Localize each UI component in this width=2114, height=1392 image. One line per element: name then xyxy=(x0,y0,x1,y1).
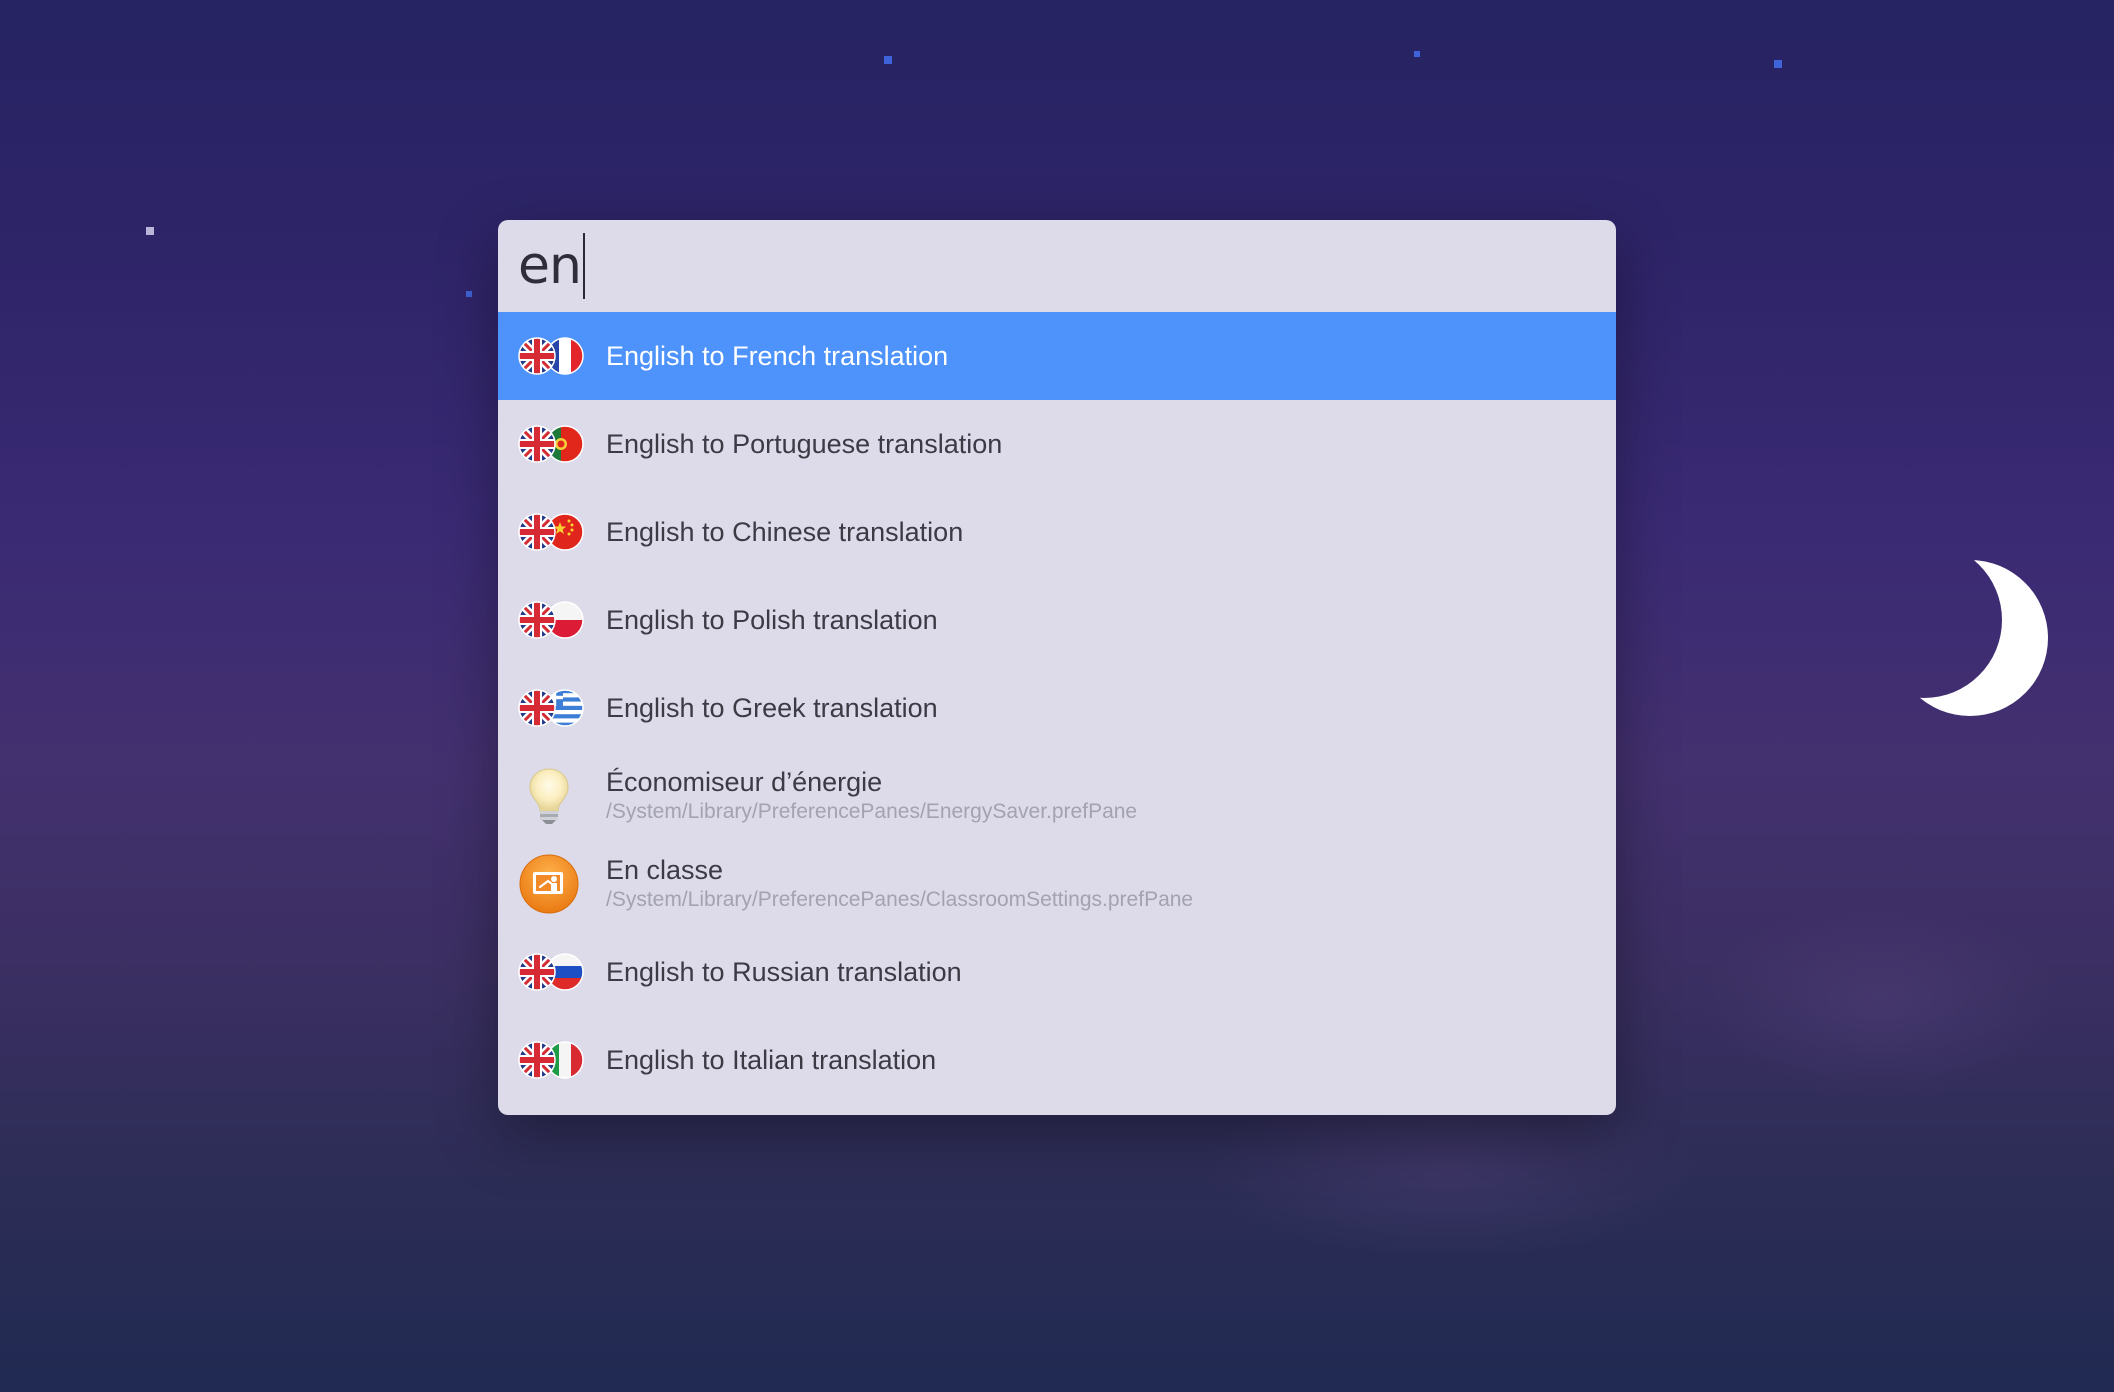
uk-france-flags-icon xyxy=(518,337,584,375)
uk-italy-flags-icon xyxy=(518,1041,584,1079)
uk-china-flags-icon xyxy=(518,513,584,551)
search-input[interactable]: en xyxy=(518,240,582,292)
result-item-chinese[interactable]: English to Chinese translation xyxy=(498,488,1616,576)
star xyxy=(1774,60,1782,68)
star xyxy=(466,291,472,297)
classroom-icon xyxy=(519,854,579,914)
star xyxy=(884,56,892,64)
moon-icon xyxy=(1880,548,2060,728)
star xyxy=(1414,51,1420,57)
star xyxy=(146,227,154,235)
result-item-russian[interactable]: English to Russian translation xyxy=(498,928,1616,1016)
desktop-wallpaper: en English to French translation English… xyxy=(0,0,2114,1392)
result-label: English to Russian translation xyxy=(606,956,962,987)
result-item-italian[interactable]: English to Italian translation xyxy=(498,1016,1616,1104)
results-list: English to French translation English to… xyxy=(498,312,1616,1104)
uk-portugal-flags-icon xyxy=(518,425,584,463)
result-label: Économiseur d’énergie xyxy=(606,767,883,798)
result-item-classroom[interactable]: En classe /System/Library/PreferencePane… xyxy=(498,840,1616,928)
uk-greece-flags-icon xyxy=(518,689,584,727)
result-label: En classe xyxy=(606,855,724,886)
result-label: English to Portuguese translation xyxy=(606,428,1003,459)
result-item-french[interactable]: English to French translation xyxy=(498,312,1616,400)
result-path: /System/Library/PreferencePanes/Classroo… xyxy=(606,887,1194,911)
lightbulb-icon xyxy=(529,768,569,824)
result-item-portuguese[interactable]: English to Portuguese translation xyxy=(498,400,1616,488)
result-label: English to Chinese translation xyxy=(606,516,964,547)
result-label: English to Polish translation xyxy=(606,604,938,635)
uk-poland-flags-icon xyxy=(518,601,584,639)
uk-russia-flags-icon xyxy=(518,953,584,991)
result-label: English to French translation xyxy=(606,340,949,371)
launcher-panel: en English to French translation English… xyxy=(498,220,1616,1115)
result-item-energy-saver[interactable]: Économiseur d’énergie /System/Library/Pr… xyxy=(498,752,1616,840)
cloud xyxy=(1700,900,2060,1100)
result-item-greek[interactable]: English to Greek translation xyxy=(498,664,1616,752)
result-label: English to Italian translation xyxy=(606,1044,937,1075)
text-caret xyxy=(582,233,585,299)
result-item-polish[interactable]: English to Polish translation xyxy=(498,576,1616,664)
result-label: English to Greek translation xyxy=(606,692,938,723)
result-path: /System/Library/PreferencePanes/EnergySa… xyxy=(606,799,1138,823)
search-bar[interactable]: en xyxy=(498,220,1616,312)
